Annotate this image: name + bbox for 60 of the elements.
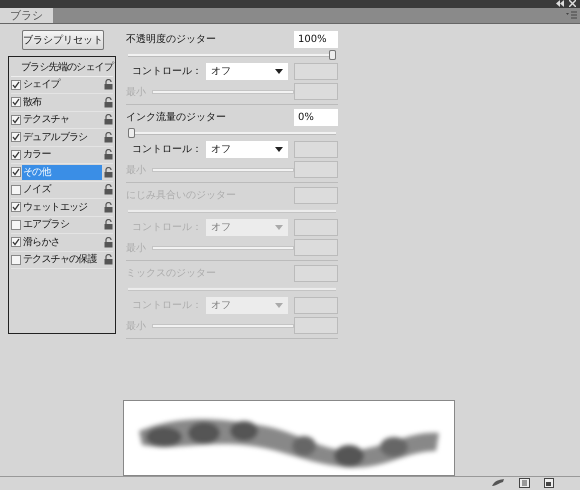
caret-icon	[275, 146, 283, 152]
panel-tab[interactable]: ブラシ	[0, 8, 53, 22]
brush-preset-button[interactable]: ブラシプリセット	[22, 30, 104, 50]
list-item[interactable]: ノイズ	[11, 182, 113, 199]
slider-track[interactable]	[152, 168, 294, 172]
list-item[interactable]: 滑らかさ	[11, 234, 113, 252]
lock-icon[interactable]	[104, 79, 113, 90]
list-item[interactable]: ブラシ先端のシェイプ	[11, 58, 113, 76]
list-item[interactable]: エアブラシ	[11, 216, 113, 234]
caret-icon	[275, 224, 283, 230]
checkbox[interactable]	[11, 237, 21, 248]
new-icon[interactable]	[544, 478, 554, 488]
value-field[interactable]	[294, 140, 338, 158]
checkbox[interactable]	[11, 150, 21, 160]
list-item[interactable]: テクスチャの保護	[11, 252, 113, 269]
lock-icon[interactable]	[104, 184, 113, 196]
lock-icon[interactable]	[104, 219, 113, 230]
list-item[interactable]: デュアルブラシ	[11, 129, 113, 146]
control-label: コントロール：	[131, 143, 203, 156]
control-dropdown[interactable]: オフ	[206, 62, 288, 80]
close-icon[interactable]	[569, 0, 576, 8]
slider-track[interactable]	[152, 90, 294, 94]
list-item[interactable]: シェイプ	[11, 76, 113, 94]
checkbox[interactable]	[11, 220, 21, 230]
jitter-label: インク流量のジッター	[126, 110, 227, 124]
value-field[interactable]	[294, 83, 338, 100]
checkbox[interactable]	[11, 202, 21, 212]
value-field[interactable]	[294, 62, 338, 80]
lock-icon[interactable]	[104, 236, 113, 248]
slider-thumb[interactable]	[329, 50, 336, 60]
list-item[interactable]: テクスチャ	[11, 112, 113, 129]
lock-icon[interactable]	[104, 166, 113, 178]
checkbox[interactable]	[11, 114, 21, 125]
checkbox[interactable]	[11, 132, 21, 142]
slider-thumb[interactable]	[128, 128, 135, 138]
checkbox[interactable]	[11, 254, 21, 265]
value-field[interactable]: 0%	[294, 108, 338, 126]
lock-icon[interactable]	[104, 132, 113, 143]
jitter-label: 不透明度のジッター	[126, 32, 217, 46]
value-field[interactable]	[294, 161, 338, 178]
caret-icon	[275, 68, 283, 74]
checkbox[interactable]	[11, 97, 21, 108]
checkbox[interactable]	[11, 184, 21, 195]
list-item[interactable]: カラー	[11, 146, 113, 164]
brush-icon[interactable]	[491, 478, 505, 488]
value-field[interactable]: 100%	[294, 30, 338, 48]
list-item[interactable]: 散布	[11, 94, 113, 112]
caret-icon	[275, 302, 283, 308]
lock-icon[interactable]	[104, 149, 113, 160]
list-item[interactable]: ウェットエッジ	[11, 199, 113, 216]
slider-track[interactable]	[128, 50, 336, 60]
slider-track[interactable]	[128, 128, 336, 138]
lock-icon[interactable]	[104, 254, 113, 266]
checkbox[interactable]	[11, 80, 21, 90]
control-label: コントロール：	[131, 65, 203, 78]
lock-icon[interactable]	[104, 202, 113, 213]
lock-icon[interactable]	[104, 114, 113, 126]
lock-icon[interactable]	[104, 96, 113, 108]
control-dropdown[interactable]: オフ	[206, 140, 288, 158]
checkbox[interactable]	[11, 167, 21, 178]
